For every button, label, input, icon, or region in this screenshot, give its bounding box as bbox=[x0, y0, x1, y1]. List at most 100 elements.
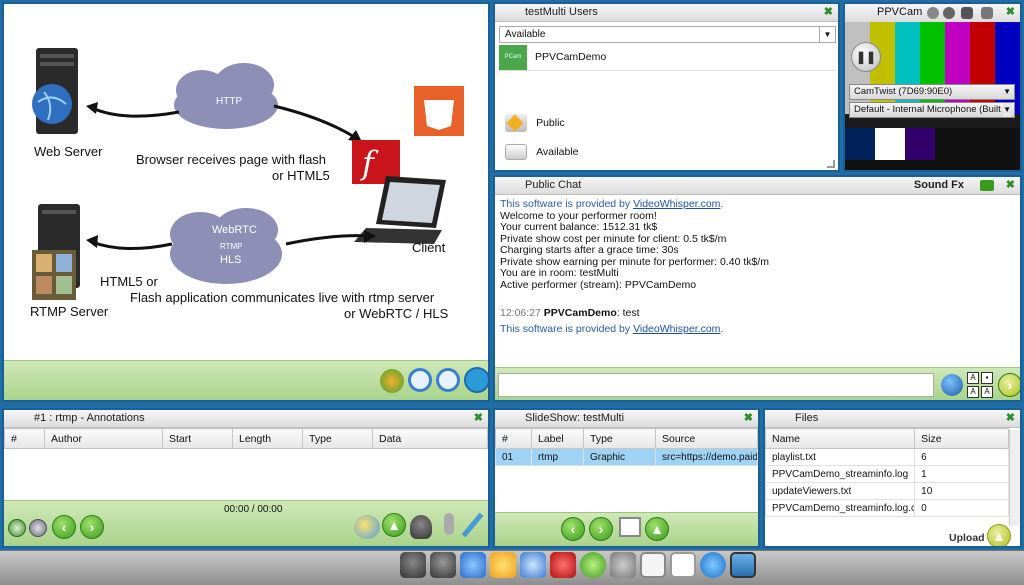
close-icon[interactable]: ✖ bbox=[824, 4, 833, 21]
chat-system-line: This software is provided by VideoWhispe… bbox=[500, 322, 724, 335]
webcam-alt-icon[interactable] bbox=[430, 552, 456, 578]
slideshow-table: # Label Type Source 01 rtmp Graphic src=… bbox=[495, 428, 758, 466]
column-header[interactable]: Name bbox=[765, 428, 916, 449]
alarm-icon[interactable] bbox=[550, 552, 576, 578]
chat-panel: Public Chat Sound Fx ✖ This software is … bbox=[493, 175, 1022, 402]
message-icon[interactable] bbox=[700, 552, 726, 578]
status-option-public[interactable]: Public bbox=[505, 114, 565, 134]
presentation-icon[interactable] bbox=[619, 517, 641, 537]
table-row[interactable]: 01 rtmp Graphic src=https://demo.paidv bbox=[495, 448, 758, 466]
camera-select[interactable]: CamTwist (7D69:90E0) ▼ bbox=[849, 84, 1015, 100]
upload-button[interactable]: ▲ bbox=[987, 524, 1011, 546]
file-name: updateViewers.txt bbox=[765, 482, 916, 500]
file-name: playlist.txt bbox=[765, 448, 916, 466]
users-panel: testMulti Users ✖ Available ▼ PCam PPVCa… bbox=[493, 2, 840, 172]
font-size-icon[interactable]: A bbox=[967, 372, 979, 384]
table-row[interactable]: PPVCamDemo_streaminfo.log.cr 0 bbox=[765, 499, 1009, 517]
video-chat-icon[interactable] bbox=[520, 552, 546, 578]
column-header[interactable]: Label bbox=[531, 428, 584, 449]
resize-handle[interactable] bbox=[827, 160, 835, 168]
camera-icon[interactable] bbox=[961, 7, 973, 19]
flash-text-2: or WebRTC / HLS bbox=[344, 306, 449, 321]
column-header[interactable]: # bbox=[4, 428, 45, 449]
column-header[interactable]: Type bbox=[302, 428, 373, 449]
webcam-icon[interactable] bbox=[400, 552, 426, 578]
column-header[interactable]: Size bbox=[914, 428, 1009, 449]
column-header[interactable]: Source bbox=[655, 428, 758, 449]
emoticon-icon[interactable] bbox=[941, 374, 963, 396]
sound-icon[interactable] bbox=[980, 180, 994, 191]
slideshow-panel: SlideShow: testMulti ✖ # Label Type Sour… bbox=[493, 408, 760, 548]
presentation-icon[interactable] bbox=[640, 552, 666, 578]
annotations-table: # Author Start Length Type Data bbox=[4, 428, 488, 449]
rewind-icon[interactable] bbox=[29, 519, 47, 537]
files-title: Files bbox=[795, 412, 819, 424]
play-icon[interactable] bbox=[8, 519, 26, 537]
up-button[interactable]: ▲ bbox=[645, 517, 669, 541]
chat-bubbles-icon[interactable] bbox=[354, 515, 380, 539]
zoom-out-icon[interactable] bbox=[408, 368, 432, 392]
pen-icon[interactable] bbox=[461, 512, 484, 538]
down-icon[interactable] bbox=[580, 552, 606, 578]
close-icon[interactable]: ✖ bbox=[744, 410, 753, 427]
webcam-icon[interactable] bbox=[410, 515, 432, 539]
settings-icon[interactable] bbox=[927, 7, 939, 19]
table-row[interactable]: playlist.txt 6 bbox=[765, 448, 1009, 466]
font-color-icon[interactable]: A bbox=[967, 386, 979, 398]
microphone-select[interactable]: Default - Internal Microphone (Built ▼ bbox=[849, 102, 1015, 118]
files-scrollbar[interactable] bbox=[1009, 430, 1019, 526]
status-option-available[interactable]: Available bbox=[505, 144, 578, 164]
column-header[interactable]: # bbox=[495, 428, 532, 449]
font-style-icon[interactable]: A bbox=[981, 386, 993, 398]
chat-input[interactable] bbox=[498, 373, 934, 397]
annotations-title-bar: #1 : rtmp - Annotations ✖ bbox=[4, 410, 488, 428]
previous-button[interactable]: ‹ bbox=[52, 515, 76, 539]
zoom-in-icon[interactable] bbox=[436, 368, 460, 392]
arrow-to-server bbox=[91, 106, 180, 118]
microphone-icon[interactable] bbox=[444, 513, 454, 535]
annotations-toolbar: 00:00 / 00:00 ‹ › ▲ bbox=[4, 500, 488, 546]
bold-icon[interactable]: ▪ bbox=[981, 372, 993, 384]
chat-input-bar: A ▪ A A › bbox=[495, 367, 1020, 400]
user-thumbnail: PCam bbox=[499, 45, 527, 70]
search-icon[interactable] bbox=[464, 367, 488, 393]
up-button[interactable]: ▲ bbox=[382, 513, 406, 537]
chat-icon[interactable] bbox=[490, 552, 516, 578]
cam-title-bar: PPVCam ✖ bbox=[845, 4, 1020, 22]
chat-message: 12:06:27 PPVCamDemo: test bbox=[500, 307, 1015, 320]
html5-badge-label: HTML bbox=[429, 91, 449, 98]
tools-icon[interactable] bbox=[610, 552, 636, 578]
provider-link[interactable]: VideoWhisper.com bbox=[633, 198, 720, 210]
snapshot-icon[interactable] bbox=[981, 7, 993, 19]
user-list-item[interactable]: PCam PPVCamDemo bbox=[499, 44, 836, 71]
table-row[interactable]: PPVCamDemo_streaminfo.log 1 bbox=[765, 465, 1009, 483]
pause-button[interactable]: ❚❚ bbox=[851, 42, 881, 72]
message-text: : test bbox=[616, 307, 640, 319]
column-header[interactable]: Start bbox=[162, 428, 233, 449]
column-header[interactable]: Length bbox=[232, 428, 303, 449]
provider-link[interactable]: VideoWhisper.com bbox=[633, 323, 720, 335]
table-row[interactable]: updateViewers.txt 10 bbox=[765, 482, 1009, 500]
gear-icon[interactable] bbox=[943, 7, 955, 19]
column-header[interactable]: Type bbox=[583, 428, 656, 449]
soundfx-label: Sound Fx bbox=[913, 179, 964, 191]
refresh-icon[interactable] bbox=[380, 369, 404, 393]
close-icon[interactable]: ✖ bbox=[1006, 4, 1015, 21]
screen-icon[interactable] bbox=[730, 552, 756, 578]
whiteboard-icon[interactable] bbox=[670, 552, 696, 578]
close-icon[interactable]: ✖ bbox=[1006, 410, 1015, 427]
users-icon[interactable] bbox=[460, 552, 486, 578]
column-header[interactable]: Author bbox=[44, 428, 163, 449]
file-size: 1 bbox=[914, 465, 1009, 483]
close-icon[interactable]: ✖ bbox=[1006, 177, 1015, 194]
next-button[interactable]: › bbox=[80, 515, 104, 539]
next-slide-button[interactable]: › bbox=[589, 517, 613, 541]
status-select[interactable]: Available ▼ bbox=[499, 26, 836, 43]
streaming-diagram: f bbox=[32, 48, 464, 300]
previous-slide-button[interactable]: ‹ bbox=[561, 517, 585, 541]
column-header[interactable]: Data bbox=[372, 428, 488, 449]
close-icon[interactable]: ✖ bbox=[474, 410, 483, 427]
cam-panel: PPVCam ✖ ❚❚ CamTwist (7D69:90E0) ▼ Defau… bbox=[843, 2, 1022, 172]
arrow-to-rtmp bbox=[91, 240, 173, 250]
send-button[interactable]: › bbox=[998, 373, 1020, 397]
